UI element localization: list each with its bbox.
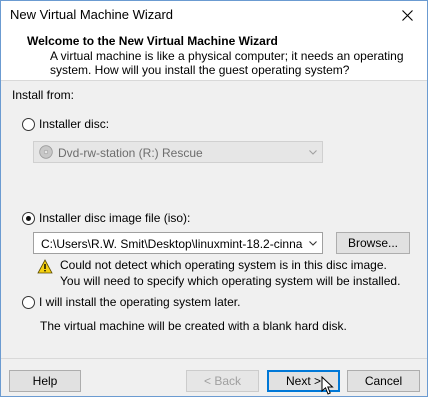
install-later-note: The virtual machine will be created with…	[40, 319, 347, 333]
disc-image-radio[interactable]	[22, 212, 35, 225]
title-bar: New Virtual Machine Wizard	[1, 1, 427, 29]
window-title: New Virtual Machine Wizard	[10, 7, 174, 22]
disc-drive-select: Dvd-rw-station (R:) Rescue	[33, 141, 323, 163]
browse-button[interactable]: Browse...	[336, 232, 410, 254]
header-description: A virtual machine is like a physical com…	[50, 49, 410, 77]
disc-drive-value: Dvd-rw-station (R:) Rescue	[58, 146, 203, 160]
iso-path-select[interactable]: C:\Users\R.W. Smit\Desktop\linuxmint-18.…	[33, 232, 323, 254]
cursor-icon	[321, 376, 334, 395]
close-button[interactable]	[387, 1, 427, 29]
footer-divider	[1, 358, 427, 359]
iso-path-value[interactable]: C:\Users\R.W. Smit\Desktop\linuxmint-18.…	[41, 237, 303, 251]
iso-warning-line: You will need to specify which operating…	[60, 274, 401, 288]
header-description-line: system. How will you install the guest o…	[50, 63, 350, 77]
disc-image-label[interactable]: Installer disc image file (iso):	[39, 211, 190, 225]
install-later-radio[interactable]	[22, 296, 35, 309]
help-button[interactable]: Help	[9, 370, 81, 392]
wizard-header: Welcome to the New Virtual Machine Wizar…	[1, 29, 427, 81]
chevron-down-icon	[309, 150, 317, 155]
install-later-label[interactable]: I will install the operating system late…	[39, 295, 240, 309]
warning-icon	[37, 259, 53, 274]
wizard-window: New Virtual Machine Wizard Welcome to th…	[0, 0, 428, 397]
iso-warning: Could not detect which operating system …	[60, 257, 400, 289]
chevron-down-icon[interactable]	[308, 238, 318, 248]
back-button: < Back	[186, 370, 259, 392]
header-title: Welcome to the New Virtual Machine Wizar…	[27, 34, 278, 48]
iso-warning-line: Could not detect which operating system …	[60, 258, 387, 272]
installer-disc-label[interactable]: Installer disc:	[39, 117, 109, 131]
install-from-label: Install from:	[12, 88, 75, 102]
disc-icon	[39, 145, 53, 159]
installer-disc-radio[interactable]	[22, 118, 35, 131]
cancel-button[interactable]: Cancel	[347, 370, 420, 392]
close-icon	[401, 9, 413, 21]
header-description-line: A virtual machine is like a physical com…	[50, 49, 404, 63]
